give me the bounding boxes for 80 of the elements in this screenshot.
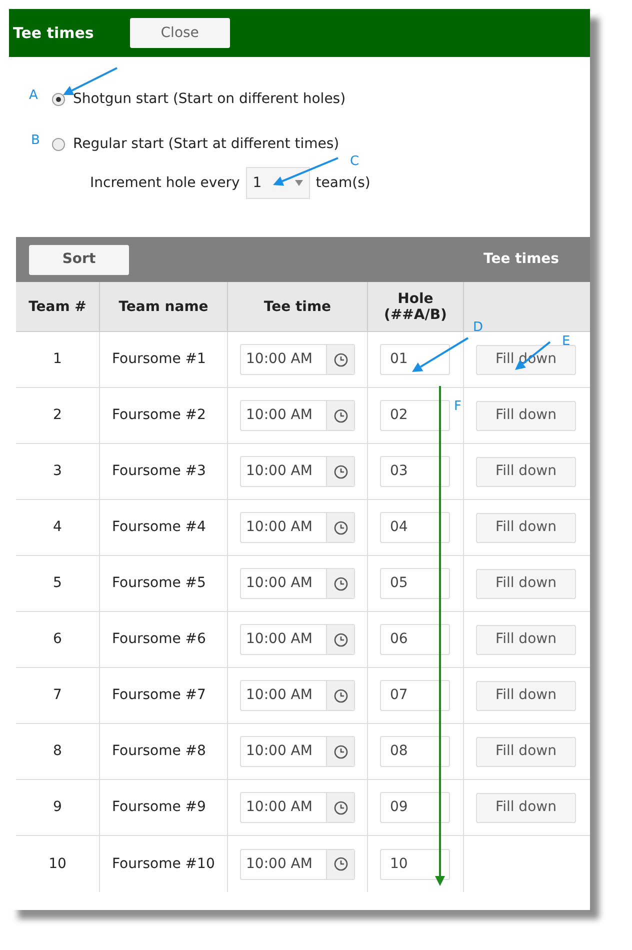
team-number: 1 <box>53 350 62 369</box>
radio-label: Regular start (Start at different times) <box>73 135 340 154</box>
toolbar-title: Tee times <box>484 250 559 269</box>
hole-field[interactable]: 04 <box>380 512 450 543</box>
team-name: Foursome #2 <box>112 406 206 425</box>
team-number: 4 <box>53 518 62 537</box>
tee-time-field[interactable]: 10:00 AM <box>240 512 355 543</box>
hole-field[interactable]: 10 <box>380 848 450 880</box>
hole-field[interactable]: 07 <box>380 680 450 711</box>
team-name: Foursome #6 <box>112 630 206 649</box>
window-title: Tee times <box>13 22 94 44</box>
fill-down-button[interactable]: Fill down <box>476 400 576 430</box>
team-name: Foursome #5 <box>112 574 206 593</box>
clock-icon <box>334 520 348 534</box>
increment-label: Increment hole every <box>90 174 240 192</box>
team-name: Foursome #1 <box>112 350 206 369</box>
close-button[interactable]: Close <box>130 18 230 48</box>
team-name: Foursome #10 <box>112 854 215 874</box>
team-number: 8 <box>53 742 62 761</box>
callout-letter: B <box>31 132 40 150</box>
fill-down-button[interactable]: Fill down <box>476 568 576 598</box>
radio-button[interactable] <box>52 93 65 106</box>
hole-field[interactable]: 09 <box>380 792 450 823</box>
fill-down-button[interactable]: Fill down <box>476 624 576 654</box>
fill-down-button[interactable]: Fill down <box>476 456 576 486</box>
callout-letter: C <box>350 153 360 171</box>
team-name: Foursome #3 <box>112 462 206 481</box>
hole-field[interactable]: 06 <box>380 624 450 655</box>
hole-field[interactable]: 01 <box>380 344 450 375</box>
fill-down-button[interactable]: Fill down <box>476 680 576 710</box>
callout-letter: D <box>473 319 484 337</box>
column-header: Team # <box>28 298 86 314</box>
increment-dropdown[interactable]: 1 <box>246 167 310 199</box>
arrow <box>412 337 469 372</box>
team-number: 2 <box>53 406 62 425</box>
tee-time-field[interactable]: 10:00 AM <box>240 624 355 655</box>
callout-letter: A <box>29 87 38 105</box>
team-number: 5 <box>53 574 62 593</box>
team-name: Foursome #4 <box>112 518 206 537</box>
clock-icon <box>334 408 348 422</box>
tee-time-field[interactable]: 10:00 AM <box>240 736 355 767</box>
clock-icon <box>334 744 348 758</box>
tee-time-field[interactable]: 10:00 AM <box>240 792 355 823</box>
fill-down-button[interactable]: Fill down <box>476 792 576 822</box>
hole-field[interactable]: 08 <box>380 736 450 767</box>
hole-field[interactable]: 05 <box>380 568 450 599</box>
team-number: 9 <box>53 798 62 817</box>
clock-icon <box>334 576 348 590</box>
tee-time-field[interactable]: 10:00 AM <box>240 344 355 375</box>
team-number: 7 <box>53 686 62 705</box>
clock-icon <box>334 352 348 366</box>
team-name: Foursome #9 <box>112 798 206 817</box>
tee-time-field[interactable]: 10:00 AM <box>240 568 355 599</box>
clock-icon <box>334 688 348 702</box>
sort-button[interactable]: Sort <box>29 244 129 274</box>
dropdown-arrow-icon <box>294 180 303 186</box>
clock-icon <box>334 857 348 871</box>
clock-icon <box>334 464 348 478</box>
team-name: Foursome #8 <box>112 742 206 761</box>
tee-time-field[interactable]: 10:00 AM <box>240 680 355 711</box>
fill-down-button[interactable]: Fill down <box>476 736 576 766</box>
clock-icon <box>334 800 348 814</box>
tee-time-field[interactable]: 10:00 AM <box>240 400 355 431</box>
callout-letter: F <box>454 398 462 416</box>
team-number: 6 <box>53 630 62 649</box>
hole-field[interactable]: 02 <box>380 400 450 431</box>
team-number: 3 <box>53 462 62 481</box>
column-header: Tee time <box>264 298 332 314</box>
radio-button[interactable] <box>52 138 65 151</box>
clock-icon <box>334 632 348 646</box>
increment-suffix: team(s) <box>316 174 370 192</box>
team-name: Foursome #7 <box>112 686 206 705</box>
tee-time-field[interactable]: 10:00 AM <box>240 456 355 487</box>
radio-label: Shotgun start (Start on different holes) <box>73 90 346 109</box>
hole-field[interactable]: 03 <box>380 456 450 487</box>
tee-time-field[interactable]: 10:00 AM <box>240 848 355 880</box>
column-header: Hole (##A/B) <box>384 290 447 322</box>
fill-down-button[interactable]: Fill down <box>476 512 576 542</box>
column-header: Team name <box>118 298 208 314</box>
team-number: 10 <box>48 854 66 874</box>
